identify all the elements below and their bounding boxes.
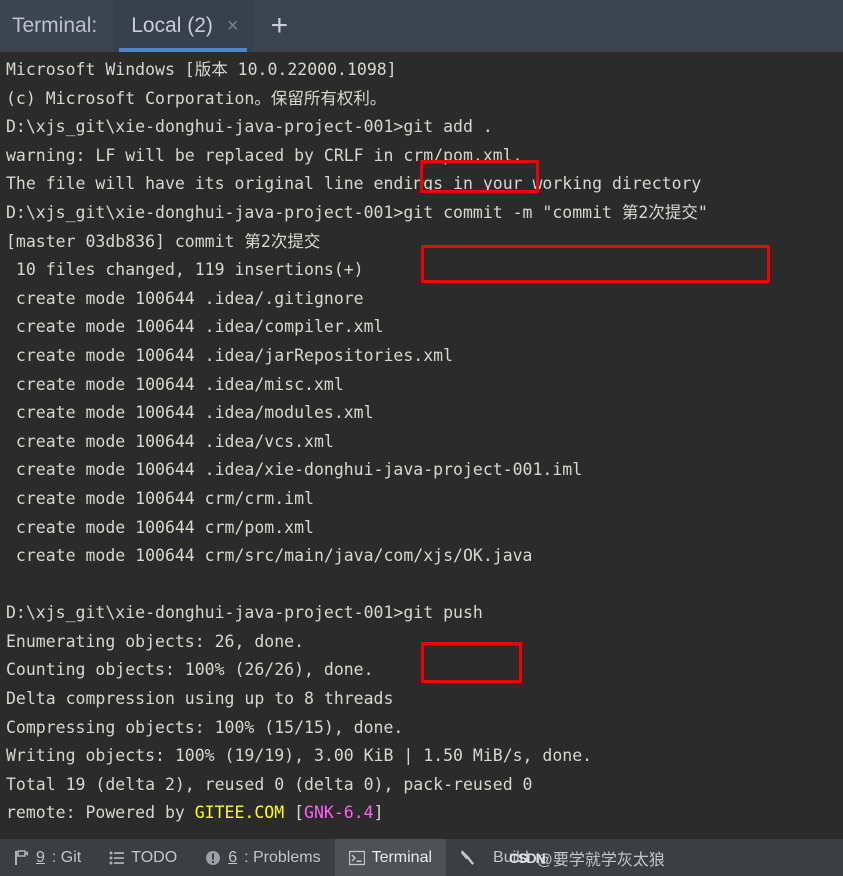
terminal-line: create mode 100644 .idea/misc.xml [6, 374, 344, 394]
terminal-line: create mode 100644 .idea/modules.xml [6, 403, 374, 423]
bracket-close: ] [373, 803, 384, 823]
statusbar-git-label: : Git [51, 848, 82, 866]
terminal-line: Writing objects: 100% (19/19), 3.00 KiB … [6, 746, 593, 766]
warning-circle-icon [205, 850, 221, 866]
terminal-line: create mode 100644 .idea/vcs.xml [6, 431, 334, 451]
terminal-line: warning: LF will be replaced by CRLF in … [6, 145, 523, 165]
csdn-watermark: Build CSDN @要学就学灰太狼 [485, 846, 665, 870]
csdn-logo-text: CSDN [509, 849, 546, 866]
close-icon[interactable]: × [227, 16, 239, 36]
terminal-line: create mode 100644 .idea/xie-donghui-jav… [6, 460, 583, 480]
terminal-line: [master 03db836] commit 第2次提交 [6, 231, 321, 251]
statusbar-todo-label: TODO [131, 848, 178, 866]
terminal-line: 10 files changed, 119 insertions(+) [6, 260, 364, 280]
terminal-line: Counting objects: 100% (26/26), done. [6, 660, 374, 680]
statusbar-terminal-label: Terminal [371, 848, 433, 866]
bottom-tool-window-bar: 9 : Git TODO 6 : Problems Terminal Build C… [0, 838, 843, 876]
terminal-line: create mode 100644 crm/pom.xml [6, 517, 314, 537]
statusbar-item-problems[interactable]: 6 : Problems [191, 839, 334, 876]
csdn-author-handle: @要学就学灰太狼 [536, 851, 665, 869]
bracket-open: [ [294, 803, 305, 823]
git-branch-icon [14, 849, 29, 866]
statusbar-item-terminal[interactable]: Terminal [334, 839, 447, 876]
terminal-line: create mode 100644 .idea/.gitignore [6, 288, 364, 308]
terminal-line: Delta compression using up to 8 threads [6, 689, 394, 709]
terminal-panel-title: Terminal: [12, 14, 98, 37]
terminal-line-git-commit: D:\xjs_git\xie-donghui-java-project-001>… [6, 202, 708, 222]
terminal-line: Microsoft Windows [版本 10.0.22000.1098] [6, 60, 397, 79]
add-tab-button[interactable]: + [253, 0, 307, 52]
terminal-icon [348, 850, 365, 866]
terminal-line: create mode 100644 crm/crm.iml [6, 488, 314, 508]
terminal-line-git-push: D:\xjs_git\xie-donghui-java-project-001>… [6, 603, 483, 623]
terminal-line-remote: remote: Powered by GITEE.COM [GNK-6.4] [6, 799, 843, 828]
tab-local-2-label: Local (2) [131, 14, 213, 37]
terminal-tab-bar: Terminal: Local (2) × + [0, 0, 843, 52]
list-icon [109, 851, 125, 865]
terminal-line: create mode 100644 .idea/compiler.xml [6, 317, 384, 337]
gitee-domain: GITEE.COM [194, 803, 285, 823]
remote-space [284, 803, 294, 822]
statusbar-problems-label: : Problems [244, 848, 321, 866]
terminal-line: create mode 100644 .idea/jarRepositories… [6, 345, 454, 365]
terminal-line: The file will have its original line end… [6, 174, 702, 194]
terminal-line: Enumerating objects: 26, done. [6, 631, 305, 651]
statusbar-git-number: 9 [36, 848, 45, 866]
terminal-line: create mode 100644 crm/src/main/java/com… [6, 546, 533, 566]
terminal-line: Total 19 (delta 2), reused 0 (delta 0), … [6, 774, 533, 794]
statusbar-item-git[interactable]: 9 : Git [0, 839, 95, 876]
statusbar-problems-number: 6 [228, 848, 238, 866]
statusbar-item-todo[interactable]: TODO [95, 839, 191, 876]
terminal-line: Compressing objects: 100% (15/15), done. [6, 717, 404, 737]
terminal-output[interactable]: Microsoft Windows [版本 10.0.22000.1098] (… [0, 52, 843, 838]
hammer-icon [460, 849, 478, 866]
remote-prefix: remote: Powered by [6, 803, 195, 823]
gnk-version: GNK-6.4 [304, 803, 374, 823]
statusbar-item-build[interactable]: Build CSDN @要学就学灰太狼 [446, 839, 679, 876]
tab-local-2[interactable]: Local (2) × [113, 0, 253, 52]
terminal-line-git-add: D:\xjs_git\xie-donghui-java-project-001>… [6, 117, 493, 137]
terminal-line: (c) Microsoft Corporation。保留所有权利。 [6, 88, 387, 108]
